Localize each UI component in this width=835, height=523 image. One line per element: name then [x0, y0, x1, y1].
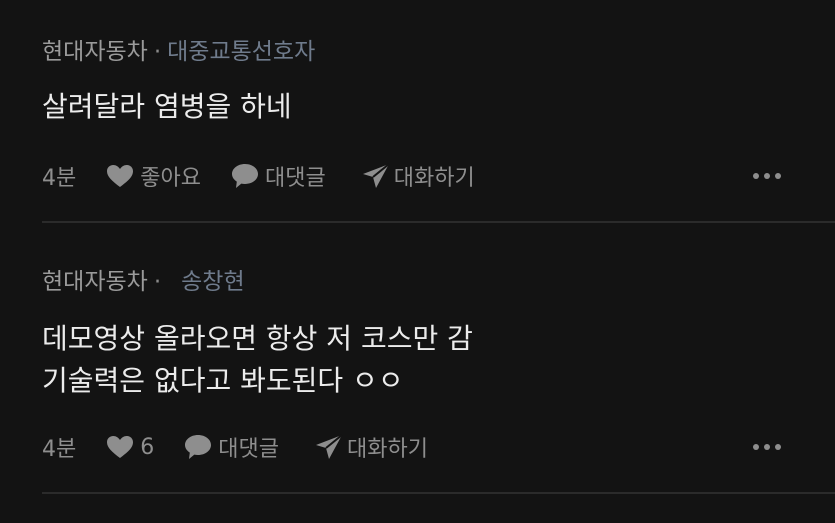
like-count: 6	[140, 434, 155, 460]
reply-label: 대댓글	[218, 437, 279, 462]
more-options-button[interactable]	[753, 431, 781, 463]
author-name[interactable]: 현대자동차	[42, 269, 148, 295]
divider	[42, 492, 835, 494]
comment-text-line: 기술력은 없다고 봐도된다 ㅇㅇ	[42, 364, 404, 397]
comment-text-line: 데모영상 올라오면 항상 저 코스만 감	[42, 322, 473, 355]
more-dots-icon	[753, 444, 759, 450]
send-icon	[362, 163, 390, 188]
like-button[interactable]: 6	[106, 435, 154, 460]
comment-timestamp: 4분	[42, 166, 77, 191]
more-options-button[interactable]	[753, 160, 781, 192]
author-nickname[interactable]: 송창현	[181, 269, 244, 295]
like-button[interactable]: 좋아요	[106, 160, 201, 192]
comment-meta: 현대자동차 · 대중교통선호자	[42, 37, 315, 67]
comment-feed: 현대자동차 · 대중교통선호자 살려달라 염병을 하네 4분 좋아요 대댓글 대…	[0, 0, 835, 523]
comment-body: 살려달라 염병을 하네	[42, 86, 292, 128]
author-nickname[interactable]: 대중교통선호자	[167, 39, 315, 65]
speech-bubble-icon	[231, 164, 258, 188]
comment-actions: 4분 6 대댓글 대화하기	[42, 431, 835, 463]
like-label: 좋아요	[140, 166, 201, 191]
reply-button[interactable]: 대댓글	[231, 160, 326, 192]
comment-item: 현대자동차 · 송창현 데모영상 올라오면 항상 저 코스만 감 기술력은 없다고 …	[42, 222, 835, 493]
comment-item: 현대자동차 · 대중교통선호자 살려달라 염병을 하네 4분 좋아요 대댓글 대…	[42, 0, 835, 222]
more-dots-icon	[764, 444, 770, 450]
more-dots-icon	[753, 173, 759, 179]
meta-separator: ·	[153, 39, 162, 65]
chat-label: 대화하기	[393, 166, 475, 191]
meta-separator: ·	[153, 269, 162, 295]
comment-body: 데모영상 올라오면 항상 저 코스만 감 기술력은 없다고 봐도된다 ㅇㅇ	[42, 318, 473, 402]
heart-icon	[107, 165, 134, 187]
comment-text-line: 살려달라 염병을 하네	[42, 90, 292, 123]
more-dots-icon	[775, 173, 781, 179]
send-icon	[315, 434, 343, 459]
more-dots-icon	[764, 173, 770, 179]
chat-button[interactable]: 대화하기	[315, 431, 428, 463]
author-name[interactable]: 현대자동차	[42, 39, 148, 65]
chat-label: 대화하기	[346, 437, 428, 462]
reply-label: 대댓글	[264, 166, 326, 191]
chat-button[interactable]: 대화하기	[362, 160, 475, 192]
comment-timestamp: 4분	[42, 437, 77, 462]
speech-bubble-icon	[185, 435, 212, 459]
heart-icon	[107, 436, 134, 458]
more-dots-icon	[775, 444, 781, 450]
reply-button[interactable]: 대댓글	[184, 431, 279, 463]
comment-meta: 현대자동차 · 송창현	[42, 267, 245, 297]
comment-actions: 4분 좋아요 대댓글 대화하기	[42, 160, 835, 192]
